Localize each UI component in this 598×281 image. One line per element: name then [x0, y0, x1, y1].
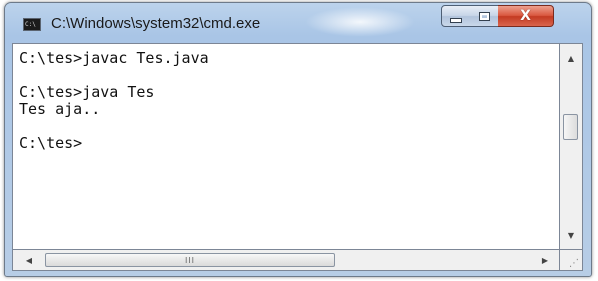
minimize-icon — [450, 17, 462, 23]
scroll-down-arrow-icon[interactable]: ▼ — [560, 225, 582, 245]
thumb-grip-icon: III — [184, 255, 196, 265]
close-button[interactable]: X — [498, 5, 554, 27]
console-line: C:\tes>javac Tes.java — [19, 49, 209, 67]
console-line: Tes aja.. — [19, 100, 101, 118]
console-text: C:\tes>javac Tes.java C:\tes>java Tes Te… — [19, 50, 209, 152]
cmd-icon[interactable]: C:\ — [23, 18, 41, 31]
title-bar[interactable]: C:\ C:\Windows\system32\cmd.exe X — [5, 3, 591, 43]
console-output-area[interactable]: C:\tes>javac Tes.java C:\tes>java Tes Te… — [12, 43, 560, 250]
resize-grip-icon[interactable] — [560, 250, 583, 271]
scroll-right-arrow-icon[interactable]: ▶ — [535, 250, 555, 270]
scroll-left-arrow-icon[interactable]: ◀ — [19, 250, 39, 270]
minimize-button[interactable] — [441, 5, 471, 27]
scroll-up-arrow-icon[interactable]: ▲ — [560, 48, 582, 68]
horizontal-scroll-thumb[interactable]: III — [45, 253, 335, 267]
console-line: C:\tes> — [19, 134, 83, 152]
maximize-icon — [478, 11, 490, 21]
close-icon: X — [520, 8, 531, 24]
horizontal-scrollbar[interactable]: ◀ III ▶ — [12, 250, 560, 271]
console-line: C:\tes>java Tes — [19, 83, 155, 101]
maximize-button[interactable] — [470, 5, 499, 27]
vertical-scrollbar[interactable]: ▲ ▼ — [560, 43, 583, 250]
vertical-scroll-thumb[interactable] — [563, 114, 578, 140]
cmd-window: C:\ C:\Windows\system32\cmd.exe X C:\tes… — [4, 2, 592, 277]
window-title: C:\Windows\system32\cmd.exe — [51, 15, 261, 32]
